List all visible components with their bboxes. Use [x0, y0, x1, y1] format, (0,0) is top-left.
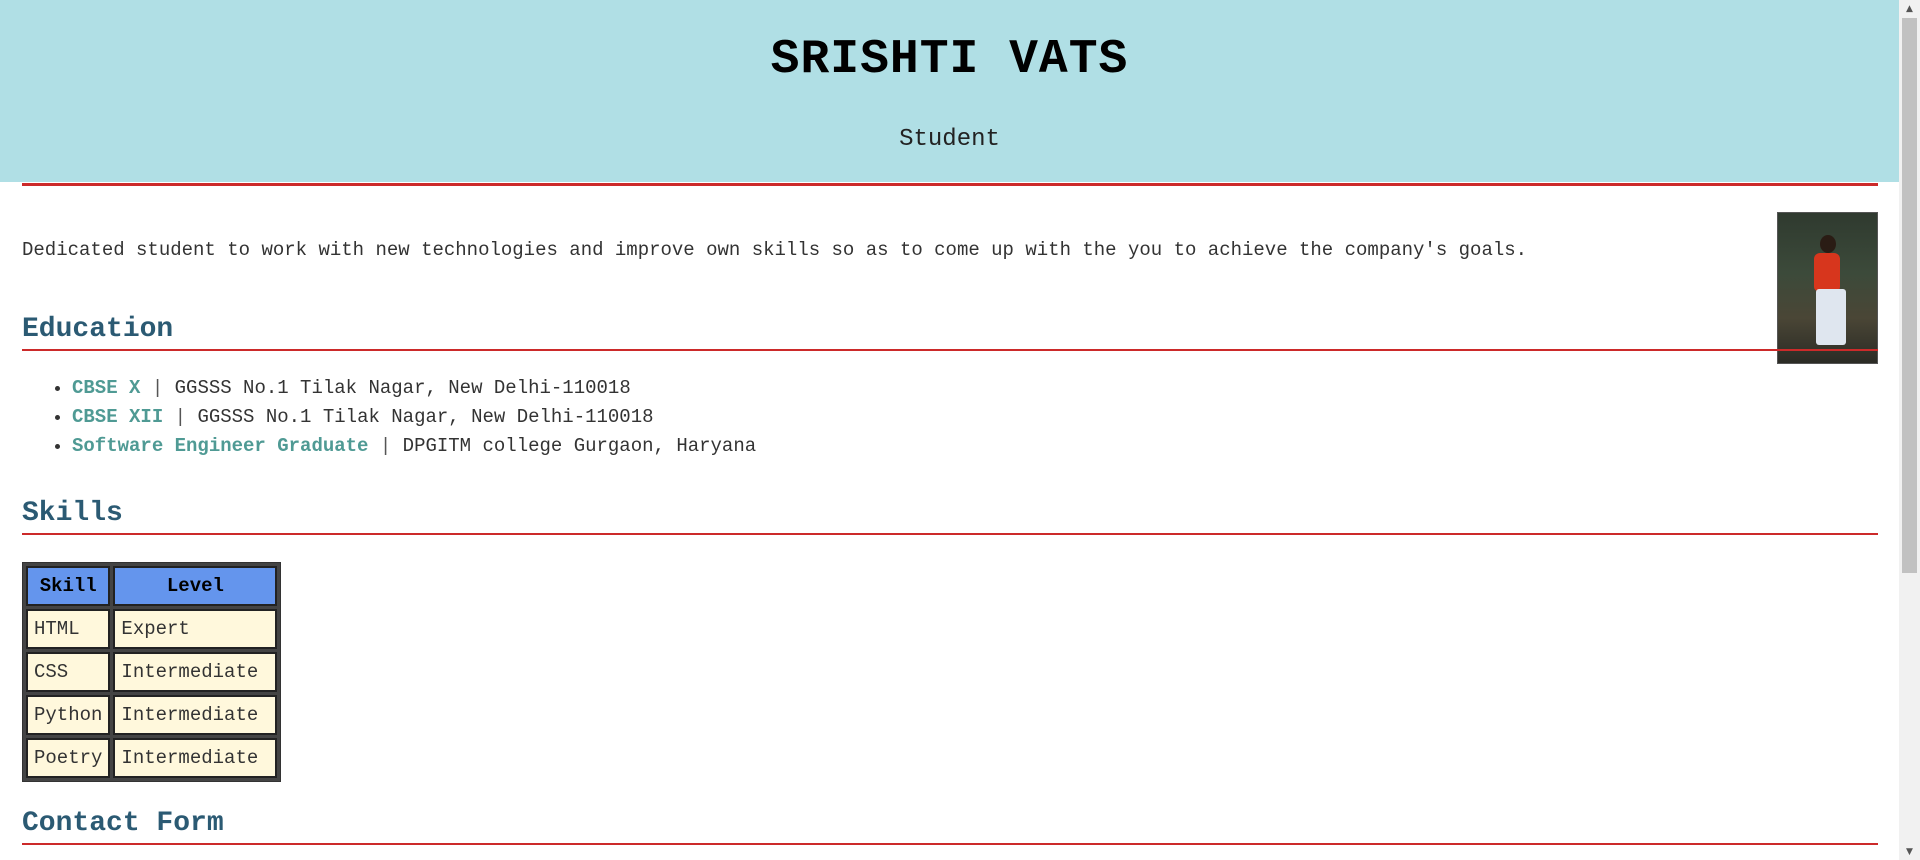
list-item: CBSE XII | GGSSS No.1 Tilak Nagar, New D…	[72, 403, 756, 432]
skills-divider	[22, 533, 1878, 535]
column-header-skill: Skill	[26, 566, 111, 606]
degree-link[interactable]: CBSE XII	[72, 406, 163, 428]
subtitle-role: Student	[899, 126, 1000, 153]
level-cell: Intermediate	[113, 738, 278, 778]
scroll-up-icon[interactable]: ▲	[1899, 0, 1920, 17]
skills-heading: Skills	[22, 498, 123, 529]
table-row: CSS Intermediate	[26, 652, 278, 692]
column-header-level: Level	[113, 566, 278, 606]
degree-link[interactable]: CBSE X	[72, 377, 140, 399]
list-item: CBSE X | GGSSS No.1 Tilak Nagar, New Del…	[72, 374, 756, 403]
contact-form-divider	[22, 843, 1878, 845]
vertical-scrollbar[interactable]: ▲ ▼	[1899, 0, 1920, 860]
scrollbar-thumb[interactable]	[1902, 18, 1917, 573]
separator: |	[151, 377, 164, 399]
skill-cell: Python	[26, 695, 111, 735]
separator: |	[174, 406, 187, 428]
skill-cell: Poetry	[26, 738, 111, 778]
institution-text: DPGITM college Gurgaon, Haryana	[402, 435, 757, 457]
page-title: SRISHTI VATS	[770, 33, 1129, 87]
person-legs	[1816, 289, 1846, 345]
skills-table: Skill Level HTML Expert CSS Intermediate…	[22, 562, 282, 782]
person-figure	[1806, 235, 1850, 345]
level-cell: Intermediate	[113, 652, 278, 692]
table-row: HTML Expert	[26, 609, 278, 649]
education-list: CBSE X | GGSSS No.1 Tilak Nagar, New Del…	[22, 374, 756, 461]
table-header-row: Skill Level	[26, 566, 278, 606]
institution-text: GGSSS No.1 Tilak Nagar, New Delhi-110018	[197, 406, 654, 428]
education-divider	[22, 349, 1878, 351]
profile-photo	[1777, 212, 1878, 364]
skill-cell: HTML	[26, 609, 111, 649]
header-divider	[22, 183, 1878, 186]
list-item: Software Engineer Graduate | DPGITM coll…	[72, 432, 756, 461]
contact-form-heading: Contact Form	[22, 808, 224, 839]
page: SRISHTI VATS Student Dedicated student t…	[0, 0, 1920, 860]
degree-link[interactable]: Software Engineer Graduate	[72, 435, 368, 457]
education-heading: Education	[22, 314, 174, 345]
institution-text: GGSSS No.1 Tilak Nagar, New Delhi-110018	[174, 377, 631, 399]
summary-text: Dedicated student to work with new techn…	[22, 239, 1528, 261]
table-row: Python Intermediate	[26, 695, 278, 735]
scroll-down-icon[interactable]: ▼	[1899, 843, 1920, 860]
separator: |	[379, 435, 392, 457]
person-head	[1820, 235, 1836, 253]
level-cell: Intermediate	[113, 695, 278, 735]
level-cell: Expert	[113, 609, 278, 649]
header: SRISHTI VATS Student	[0, 0, 1899, 182]
table-row: Poetry Intermediate	[26, 738, 278, 778]
skill-cell: CSS	[26, 652, 111, 692]
person-torso	[1814, 253, 1840, 291]
viewport: SRISHTI VATS Student Dedicated student t…	[0, 0, 1899, 860]
